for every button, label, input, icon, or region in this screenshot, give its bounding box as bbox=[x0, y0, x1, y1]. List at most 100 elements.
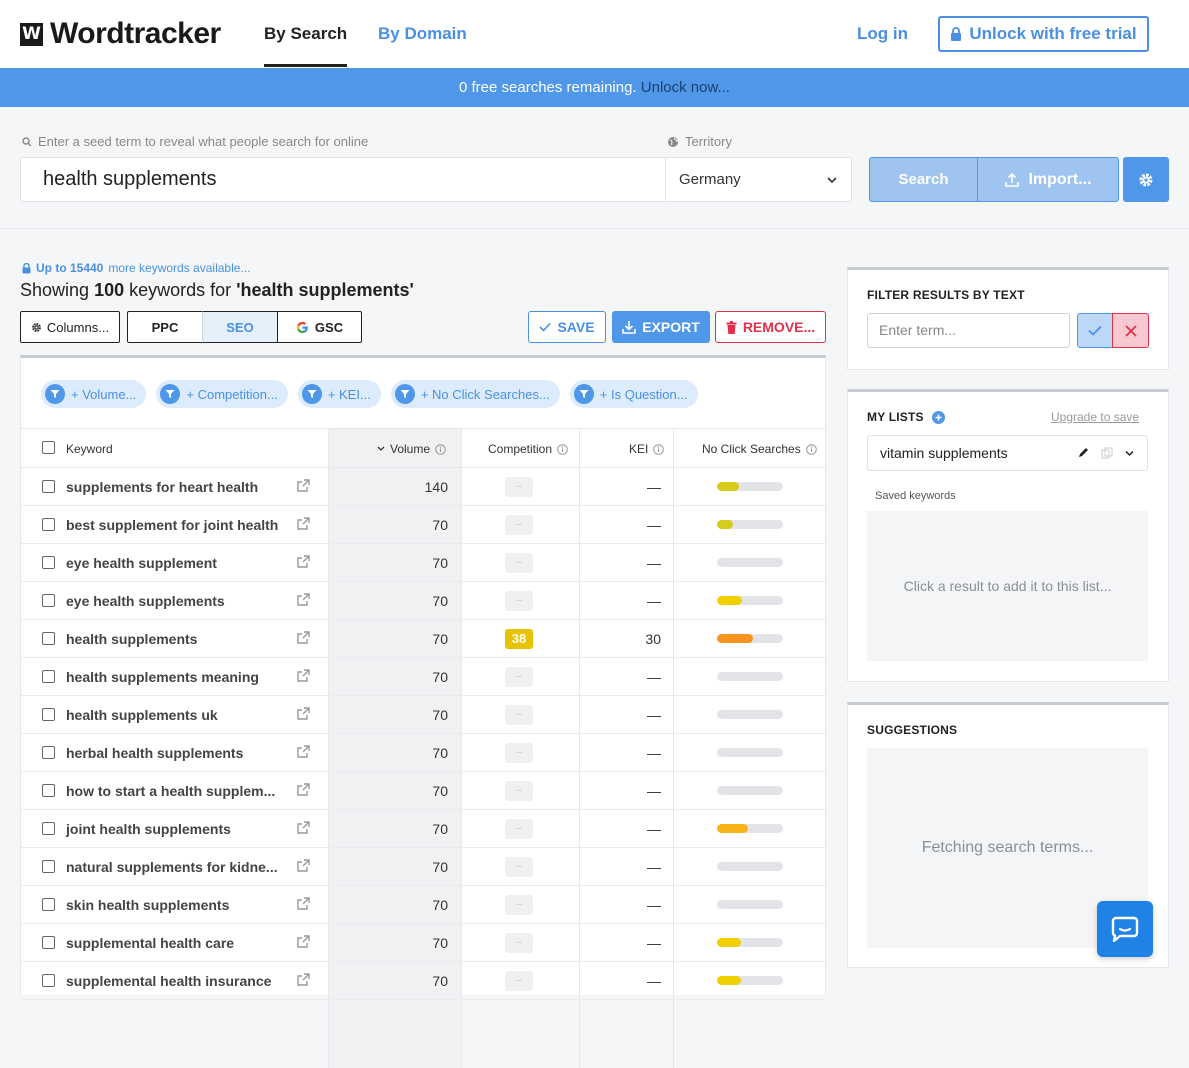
row-checkbox[interactable] bbox=[42, 594, 55, 607]
chat-button[interactable] bbox=[1097, 901, 1153, 957]
filter-apply-button[interactable] bbox=[1077, 313, 1113, 348]
keyword-cell[interactable]: supplemental health insurance bbox=[66, 962, 271, 1000]
select-all-checkbox[interactable] bbox=[42, 441, 55, 454]
keyword-cell[interactable]: supplements for heart health bbox=[66, 468, 258, 506]
filter-term-input[interactable]: Enter term... bbox=[867, 313, 1070, 348]
wordtracker-logo[interactable]: W Wordtracker bbox=[20, 17, 221, 51]
header-no-click-searches[interactable]: No Click Searches bbox=[702, 429, 817, 469]
table-row[interactable]: supplemental health care 70 – — bbox=[21, 924, 825, 962]
filter-clear-button[interactable] bbox=[1112, 313, 1149, 348]
competition-badge: – bbox=[505, 819, 533, 839]
import-button[interactable]: Import... bbox=[977, 157, 1119, 202]
keyword-cell[interactable]: health supplements bbox=[66, 620, 197, 658]
row-checkbox[interactable] bbox=[42, 746, 55, 759]
keyword-cell[interactable]: eye health supplements bbox=[66, 582, 225, 620]
my-lists-title: MY LISTS bbox=[867, 410, 945, 424]
table-row[interactable]: eye health supplements 70 – — bbox=[21, 582, 825, 620]
keyword-cell[interactable]: natural supplements for kidne... bbox=[66, 848, 278, 886]
keyword-cell[interactable]: best supplement for joint health bbox=[66, 506, 278, 544]
row-checkbox[interactable] bbox=[42, 632, 55, 645]
search-button[interactable]: Search bbox=[869, 157, 978, 202]
external-link-icon[interactable] bbox=[296, 592, 311, 612]
save-button[interactable]: SAVE bbox=[528, 311, 606, 343]
header-kei[interactable]: KEI bbox=[629, 429, 665, 469]
table-row[interactable]: natural supplements for kidne... 70 – — bbox=[21, 848, 825, 886]
segment-gsc[interactable]: GSC bbox=[277, 311, 362, 343]
external-link-icon[interactable] bbox=[296, 896, 311, 916]
table-row[interactable]: herbal health supplements 70 – — bbox=[21, 734, 825, 772]
seed-term-input[interactable]: health supplements bbox=[20, 157, 666, 202]
list-selector[interactable]: vitamin supplements bbox=[867, 435, 1148, 471]
territory-select[interactable]: Germany bbox=[666, 157, 852, 202]
external-link-icon[interactable] bbox=[296, 478, 311, 498]
row-checkbox[interactable] bbox=[42, 974, 55, 987]
tab-by-domain[interactable]: By Domain bbox=[378, 24, 467, 44]
settings-button[interactable] bbox=[1123, 157, 1169, 202]
keyword-cell[interactable]: skin health supplements bbox=[66, 886, 229, 924]
external-link-icon[interactable] bbox=[296, 858, 311, 878]
keyword-cell[interactable]: herbal health supplements bbox=[66, 734, 243, 772]
filter-chip[interactable]: + Volume... bbox=[41, 380, 147, 408]
header-volume[interactable]: Volume bbox=[377, 429, 446, 469]
external-link-icon[interactable] bbox=[296, 972, 311, 992]
upgrade-to-save-link[interactable]: Upgrade to save bbox=[1051, 410, 1139, 424]
external-link-icon[interactable] bbox=[296, 934, 311, 954]
filter-chip[interactable]: + Competition... bbox=[156, 380, 288, 408]
table-row[interactable]: best supplement for joint health 70 – — bbox=[21, 506, 825, 544]
row-checkbox[interactable] bbox=[42, 708, 55, 721]
table-row[interactable]: skin health supplements 70 – — bbox=[21, 886, 825, 924]
keyword-cell[interactable]: health supplements uk bbox=[66, 696, 218, 734]
chevron-down-icon[interactable] bbox=[1125, 450, 1134, 457]
filter-chip[interactable]: + Is Question... bbox=[569, 380, 698, 408]
external-link-icon[interactable] bbox=[296, 744, 311, 764]
row-checkbox[interactable] bbox=[42, 898, 55, 911]
copy-icon[interactable] bbox=[1101, 447, 1113, 459]
summary-prefix: Showing bbox=[20, 280, 90, 300]
external-link-icon[interactable] bbox=[296, 668, 311, 688]
remove-button[interactable]: REMOVE... bbox=[715, 311, 826, 343]
row-checkbox[interactable] bbox=[42, 556, 55, 569]
external-link-icon[interactable] bbox=[296, 630, 311, 650]
external-link-icon[interactable] bbox=[296, 782, 311, 802]
table-row[interactable]: health supplements uk 70 – — bbox=[21, 696, 825, 734]
external-link-icon[interactable] bbox=[296, 706, 311, 726]
table-row[interactable]: how to start a health supplem... 70 – — bbox=[21, 772, 825, 810]
table-row[interactable]: eye health supplement 70 – — bbox=[21, 544, 825, 582]
export-button[interactable]: EXPORT bbox=[612, 311, 710, 343]
row-checkbox[interactable] bbox=[42, 860, 55, 873]
header-competition[interactable]: Competition bbox=[488, 429, 568, 469]
external-link-icon[interactable] bbox=[296, 820, 311, 840]
keyword-cell[interactable]: joint health supplements bbox=[66, 810, 231, 848]
row-checkbox[interactable] bbox=[42, 670, 55, 683]
table-row[interactable]: supplements for heart health 140 – — bbox=[21, 468, 825, 506]
segment-seo[interactable]: SEO bbox=[202, 311, 278, 343]
row-checkbox[interactable] bbox=[42, 518, 55, 531]
keyword-cell[interactable]: how to start a health supplem... bbox=[66, 772, 275, 810]
filter-chip[interactable]: + No Click Searches... bbox=[390, 380, 560, 408]
row-checkbox[interactable] bbox=[42, 784, 55, 797]
pencil-icon[interactable] bbox=[1077, 447, 1089, 459]
table-row[interactable]: health supplements 70 38 30 bbox=[21, 620, 825, 658]
login-link[interactable]: Log in bbox=[857, 24, 908, 44]
keyword-cell[interactable]: eye health supplement bbox=[66, 544, 217, 582]
external-link-icon[interactable] bbox=[296, 516, 311, 536]
table-row[interactable]: health supplements meaning 70 – — bbox=[21, 658, 825, 696]
header-competition-label: Competition bbox=[488, 442, 553, 456]
header-keyword[interactable]: Keyword bbox=[66, 429, 113, 469]
unlock-trial-button[interactable]: Unlock with free trial bbox=[938, 16, 1149, 52]
keyword-cell[interactable]: supplemental health care bbox=[66, 924, 234, 962]
row-checkbox[interactable] bbox=[42, 822, 55, 835]
row-checkbox[interactable] bbox=[42, 936, 55, 949]
tab-by-search[interactable]: By Search bbox=[264, 24, 348, 67]
add-list-icon[interactable] bbox=[931, 410, 945, 424]
columns-button[interactable]: Columns... bbox=[20, 311, 120, 343]
table-row[interactable]: supplemental health insurance 70 – — bbox=[21, 962, 825, 1000]
unlock-now-link[interactable]: Unlock now... bbox=[641, 79, 730, 96]
more-keywords-note[interactable]: Up to 15440 more keywords available... bbox=[22, 261, 250, 275]
row-checkbox[interactable] bbox=[42, 480, 55, 493]
table-row[interactable]: joint health supplements 70 – — bbox=[21, 810, 825, 848]
segment-ppc[interactable]: PPC bbox=[127, 311, 203, 343]
keyword-cell[interactable]: health supplements meaning bbox=[66, 658, 259, 696]
external-link-icon[interactable] bbox=[296, 554, 311, 574]
filter-chip[interactable]: + KEI... bbox=[297, 380, 381, 408]
